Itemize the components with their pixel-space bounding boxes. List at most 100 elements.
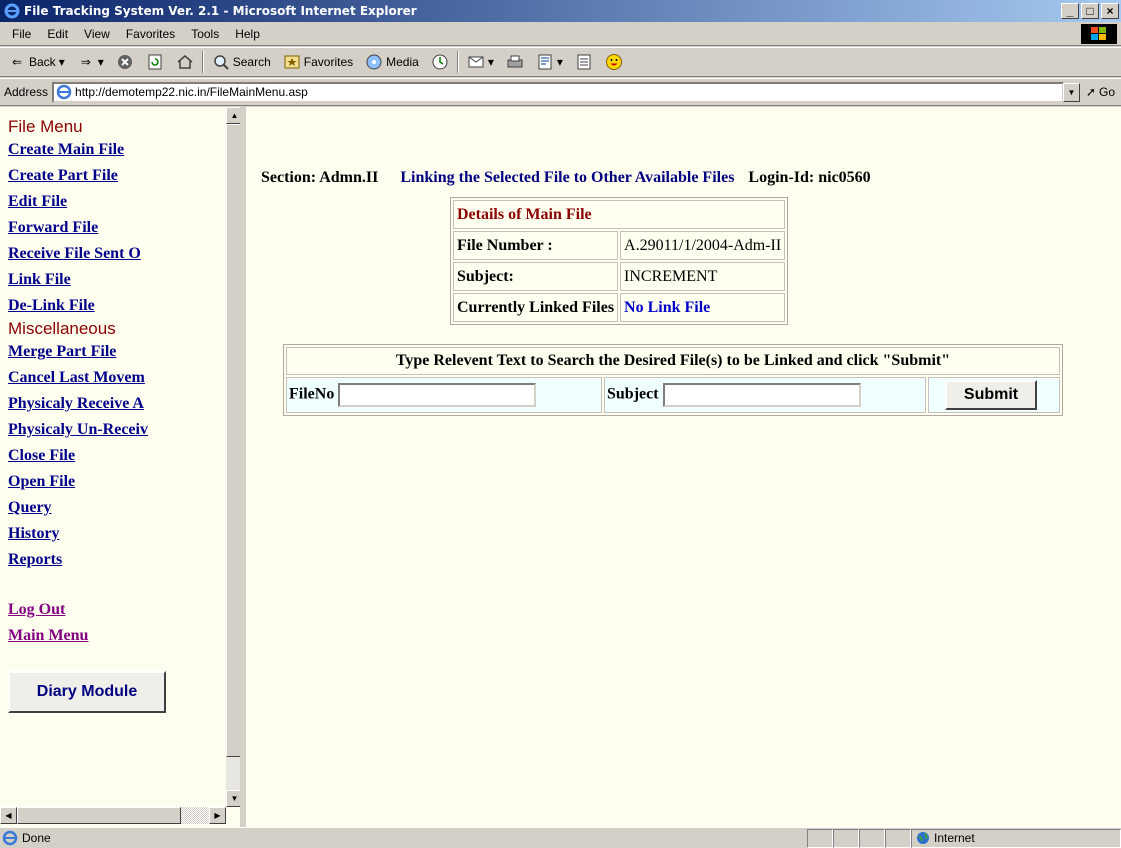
media-button[interactable]: Media — [361, 53, 423, 71]
nav-open-file[interactable]: Open File — [8, 469, 226, 495]
nav-merge-part-file[interactable]: Merge Part File — [8, 339, 226, 365]
chevron-down-icon: ▾ — [58, 55, 65, 69]
refresh-button[interactable] — [142, 53, 168, 71]
back-button[interactable]: ⇐ Back ▾ — [4, 53, 69, 71]
left-vertical-scrollbar[interactable]: ▲ ▼ — [226, 107, 240, 807]
status-panel — [833, 828, 859, 848]
file-number-value: A.29011/1/2004-Adm-II — [620, 231, 786, 260]
status-panel — [885, 828, 911, 848]
scroll-left-button[interactable]: ◀ — [0, 807, 17, 824]
home-icon — [177, 55, 193, 69]
nav-edit-file[interactable]: Edit File — [8, 189, 226, 215]
subject-label: Subject: — [453, 262, 619, 291]
page-icon — [56, 84, 72, 100]
toolbar-separator — [201, 51, 204, 73]
address-input[interactable]: http://demotemp22.nic.in/FileMainMenu.as… — [52, 81, 1064, 103]
nav-delink-file[interactable]: De-Link File — [8, 293, 226, 319]
forward-button[interactable]: ⇒ ▾ — [73, 53, 108, 71]
history-button[interactable] — [427, 53, 453, 71]
nav-forward-file[interactable]: Forward File — [8, 215, 226, 241]
frameset: File Menu Create Main File Create Part F… — [0, 107, 1121, 827]
nav-main-menu[interactable]: Main Menu — [8, 623, 226, 649]
edit-page-button[interactable]: ▾ — [532, 53, 567, 71]
details-heading: Details of Main File — [453, 200, 786, 229]
nav-close-file[interactable]: Close File — [8, 443, 226, 469]
scroll-right-button[interactable]: ▶ — [209, 807, 226, 824]
favorites-button[interactable]: Favorites — [279, 53, 357, 71]
linked-files-value: No Link File — [620, 293, 786, 322]
menu-help[interactable]: Help — [227, 27, 268, 41]
fileno-label: FileNo — [289, 385, 335, 403]
nav-reports[interactable]: Reports — [8, 547, 226, 573]
printer-icon — [507, 55, 523, 68]
nav-create-part-file[interactable]: Create Part File — [8, 163, 226, 189]
chevron-down-icon: ▾ — [97, 55, 104, 69]
left-horizontal-scrollbar[interactable]: ◀ ▶ — [0, 807, 226, 824]
submit-button[interactable]: Submit — [945, 380, 1037, 410]
diary-module-button[interactable]: Diary Module — [8, 671, 166, 713]
nav-history[interactable]: History — [8, 521, 226, 547]
close-button[interactable]: × — [1101, 3, 1119, 19]
misc-heading: Miscellaneous — [8, 319, 116, 338]
maximize-button[interactable]: □ — [1081, 3, 1099, 19]
menu-view[interactable]: View — [76, 27, 118, 41]
nav-create-main-file[interactable]: Create Main File — [8, 137, 226, 163]
search-button[interactable]: Search — [208, 53, 275, 71]
status-panel — [807, 828, 833, 848]
go-label: Go — [1098, 85, 1115, 99]
search-icon — [214, 55, 229, 70]
nav-logout[interactable]: Log Out — [8, 597, 226, 623]
horizontal-scroll-thumb[interactable] — [17, 807, 181, 824]
left-menu-content: File Menu Create Main File Create Part F… — [0, 107, 226, 807]
link-search-form: Type Relevent Text to Search the Desired… — [283, 344, 1063, 416]
refresh-icon — [148, 54, 162, 70]
menu-tools[interactable]: Tools — [183, 27, 227, 41]
toolbar-separator — [456, 51, 459, 73]
subject-search-label: Subject — [607, 385, 659, 403]
window-title: File Tracking System Ver. 2.1 - Microsof… — [24, 4, 417, 18]
chevron-down-icon: ▾ — [556, 55, 563, 69]
nav-link-file[interactable]: Link File — [8, 267, 226, 293]
discuss-button[interactable] — [571, 53, 597, 71]
search-label: Search — [232, 55, 271, 69]
media-label: Media — [386, 55, 419, 69]
address-bar: Address http://demotemp22.nic.in/FileMai… — [0, 78, 1121, 106]
subject-input[interactable] — [662, 383, 861, 407]
address-dropdown-button[interactable]: ▼ — [1062, 82, 1080, 102]
scroll-up-button[interactable]: ▲ — [226, 107, 240, 124]
stop-button[interactable] — [112, 53, 138, 71]
print-button[interactable] — [502, 53, 528, 71]
nav-cancel-last-movement[interactable]: Cancel Last Movem — [8, 365, 226, 391]
main-file-details-table: Details of Main File File Number : A.290… — [450, 197, 789, 325]
fileno-input[interactable] — [338, 383, 537, 407]
home-button[interactable] — [172, 53, 198, 71]
status-bar: Done Internet — [0, 827, 1121, 848]
menu-edit[interactable]: Edit — [39, 27, 76, 41]
menu-file[interactable]: File — [4, 27, 39, 41]
messenger-button[interactable] — [601, 53, 627, 71]
scroll-down-button[interactable]: ▼ — [226, 790, 240, 807]
login-id: Login-Id: nic0560 — [748, 169, 871, 186]
nav-physically-unreceive[interactable]: Physicaly Un-Receiv — [8, 417, 226, 443]
left-menu-frame: File Menu Create Main File Create Part F… — [0, 107, 243, 827]
security-zone: Internet — [911, 828, 1121, 848]
menu-bar: File Edit View Favorites Tools Help — [0, 22, 1121, 46]
done-page-icon — [2, 830, 18, 846]
menu-favorites[interactable]: Favorites — [118, 27, 183, 41]
file-menu-heading: File Menu — [8, 117, 83, 136]
windows-flag-icon — [1081, 24, 1117, 44]
minimize-button[interactable]: _ — [1061, 3, 1079, 19]
nav-receive-file[interactable]: Receive File Sent O — [8, 241, 226, 267]
toolbar: ⇐ Back ▾ ⇒ ▾ Search Favorites Media ▾ ▾ — [0, 47, 1121, 77]
go-button[interactable]: ➚ Go — [1086, 85, 1115, 99]
go-arrow-icon: ➚ — [1085, 85, 1096, 99]
status-panel — [859, 828, 885, 848]
nav-physically-receive[interactable]: Physicaly Receive A — [8, 391, 226, 417]
media-icon — [366, 54, 382, 70]
mail-icon — [468, 56, 484, 68]
nav-query[interactable]: Query — [8, 495, 226, 521]
mail-button[interactable]: ▾ — [463, 53, 498, 71]
history-icon — [432, 54, 448, 70]
zone-label: Internet — [934, 831, 975, 845]
scroll-thumb[interactable] — [226, 124, 240, 757]
